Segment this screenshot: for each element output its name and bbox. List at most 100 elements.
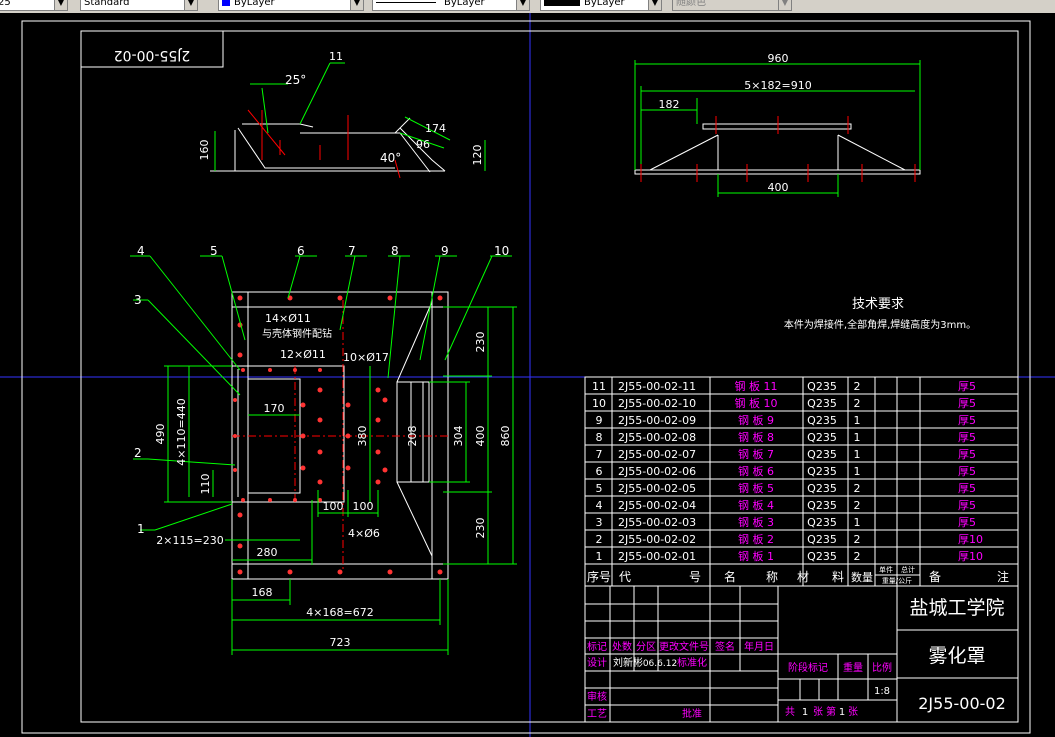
bom-cell-note: 厚5 — [958, 380, 976, 393]
chevron-down-icon[interactable]: ▼ — [54, 0, 67, 10]
bom-cell-name: 钢 板 7 — [738, 447, 774, 461]
bom-cell-name: 钢 板 11 — [735, 379, 778, 393]
bom-cell-mat: Q235 — [807, 397, 837, 410]
bom-cell-code: 2J55-00-02-07 — [618, 448, 696, 461]
bom-cell-mat: Q235 — [807, 431, 837, 444]
bom-cell-code: 2J55-00-02-10 — [618, 397, 696, 410]
bom-header-name-a: 名 — [724, 569, 736, 584]
dim-style-combo[interactable]: Standard ▼ — [80, 0, 198, 11]
bom-cell-name: 钢 板 4 — [738, 498, 774, 512]
bom-cell-mat: Q235 — [807, 499, 837, 512]
bom-header-qty: 数量 — [851, 571, 873, 584]
bom-header-weight: 重量/公斤 — [882, 576, 912, 585]
dim-160: 160 — [198, 140, 211, 161]
bom-header-mat-b: 料 — [832, 570, 844, 584]
bom-cell-no: 1 — [596, 550, 603, 563]
tb-mark: 标记 — [587, 641, 607, 653]
tb-count: 处数 — [612, 640, 632, 653]
tech-req-title: 技术要求 — [852, 297, 904, 312]
bom-cell-note: 厚10 — [958, 550, 983, 563]
dim-170: 170 — [264, 402, 285, 415]
dim-723: 723 — [330, 636, 351, 649]
dim-440: 4×110=440 — [175, 398, 188, 465]
balloon-1: 1 — [137, 522, 145, 536]
dim-860: 860 — [499, 426, 512, 447]
bom-cell-code: 2J55-00-02-11 — [618, 380, 696, 393]
main-view-dims — [164, 306, 517, 655]
bom-cell-note: 厚5 — [958, 499, 976, 512]
bom-cell-name: 钢 板 6 — [738, 464, 774, 478]
bom-cell-name: 钢 板 5 — [738, 481, 774, 495]
school-name: 盐城工学院 — [909, 597, 1004, 619]
lineweight-swatch — [544, 0, 580, 6]
bom-header-code-a: 代 — [619, 570, 631, 584]
bom-cell-qty: 2 — [854, 397, 861, 410]
drawing-number: 2J55-00-02 — [918, 694, 1006, 713]
tb-check: 审核 — [587, 690, 607, 703]
balloon-9: 9 — [441, 244, 449, 258]
color-swatch — [222, 0, 230, 6]
drawing-canvas[interactable]: 2J55-00-02 1 1 25° 40° 160 174 9 6 120 960… — [0, 13, 1055, 737]
text-style-combo[interactable]: 25 ▼ — [0, 0, 68, 11]
lineweight-combo[interactable]: ByLayer ▼ — [540, 0, 662, 11]
balloon-6: 6 — [297, 244, 305, 258]
bom-cell-note: 厚5 — [958, 516, 976, 529]
layer-color-combo[interactable]: ByLayer ▼ — [218, 0, 364, 11]
bom-cell-no: 4 — [596, 499, 603, 512]
tb-weight: 重量 — [843, 661, 863, 674]
top-view — [210, 117, 446, 173]
dim-304: 304 — [452, 426, 465, 447]
dim-400-side: 400 — [768, 181, 789, 194]
layer-color-value: ByLayer — [234, 0, 275, 8]
dim-490: 490 — [154, 424, 167, 445]
dim-100-a: 100 — [323, 500, 344, 513]
linetype-preview — [376, 1, 436, 3]
balloon-10: 10 — [494, 244, 509, 258]
bom-header-name-b: 称 — [766, 570, 778, 584]
bom-cell-note: 厚10 — [958, 533, 983, 546]
dim-100-b: 100 — [353, 500, 374, 513]
tb-date: 年月日 — [744, 640, 774, 653]
dim-120: 120 — [471, 145, 484, 166]
bom-cell-mat: Q235 — [807, 550, 837, 563]
bom-cell-no: 2 — [596, 533, 603, 546]
bom-cell-qty: 2 — [854, 380, 861, 393]
dim-style-value: Standard — [84, 0, 130, 8]
angle-25-label: 25° — [285, 73, 306, 87]
chevron-down-icon[interactable]: ▼ — [184, 0, 197, 10]
bom-cell-qty: 1 — [854, 431, 861, 444]
balloon-8: 8 — [391, 244, 399, 258]
chevron-down-icon[interactable]: ▼ — [516, 0, 529, 10]
bom-cell-qty: 2 — [854, 533, 861, 546]
bom-cell-qty: 1 — [854, 516, 861, 529]
note-match-drill: 与壳体钢件配钻 — [262, 327, 332, 340]
bom-header-total-weight: 总计 — [901, 565, 915, 574]
bom-cell-mat: Q235 — [807, 465, 837, 478]
bom-cell-name: 钢 板 10 — [735, 396, 778, 410]
linetype-combo[interactable]: ByLayer ▼ — [372, 0, 530, 11]
chevron-down-icon[interactable]: ▼ — [648, 0, 661, 10]
tb-design: 设计 — [587, 656, 607, 669]
tb-design-date: 06.6.12 — [643, 659, 677, 669]
chevron-down-icon[interactable]: ▼ — [350, 0, 363, 10]
linetype-value: ByLayer — [444, 0, 485, 8]
tb-sheet-no-n: 1 — [839, 707, 845, 718]
bom-cell-note: 厚5 — [958, 465, 976, 478]
chevron-down-icon[interactable]: ▼ — [778, 0, 791, 10]
dim-168: 168 — [252, 586, 273, 599]
dim-208: 208 — [406, 426, 419, 447]
angle-40-label: 40° — [380, 151, 401, 165]
tb-scale: 1:8 — [874, 686, 890, 697]
bom-header-no: 序号 — [587, 569, 611, 584]
bom-cell-no: 3 — [596, 516, 603, 529]
dim-910: 5×182=910 — [744, 79, 811, 92]
bom-cell-no: 9 — [596, 414, 603, 427]
note-12-holes: 12×Ø11 — [280, 348, 326, 361]
bom-header-unit-weight: 单件 — [879, 565, 893, 574]
bom-cell-mat: Q235 — [807, 448, 837, 461]
bom-cell-note: 厚5 — [958, 448, 976, 461]
dim-174: 174 — [425, 122, 446, 135]
bom-cell-note: 厚5 — [958, 482, 976, 495]
plot-style-combo[interactable]: 随颜色 ▼ — [672, 0, 792, 11]
bom-header-note-b: 注 — [997, 569, 1009, 584]
